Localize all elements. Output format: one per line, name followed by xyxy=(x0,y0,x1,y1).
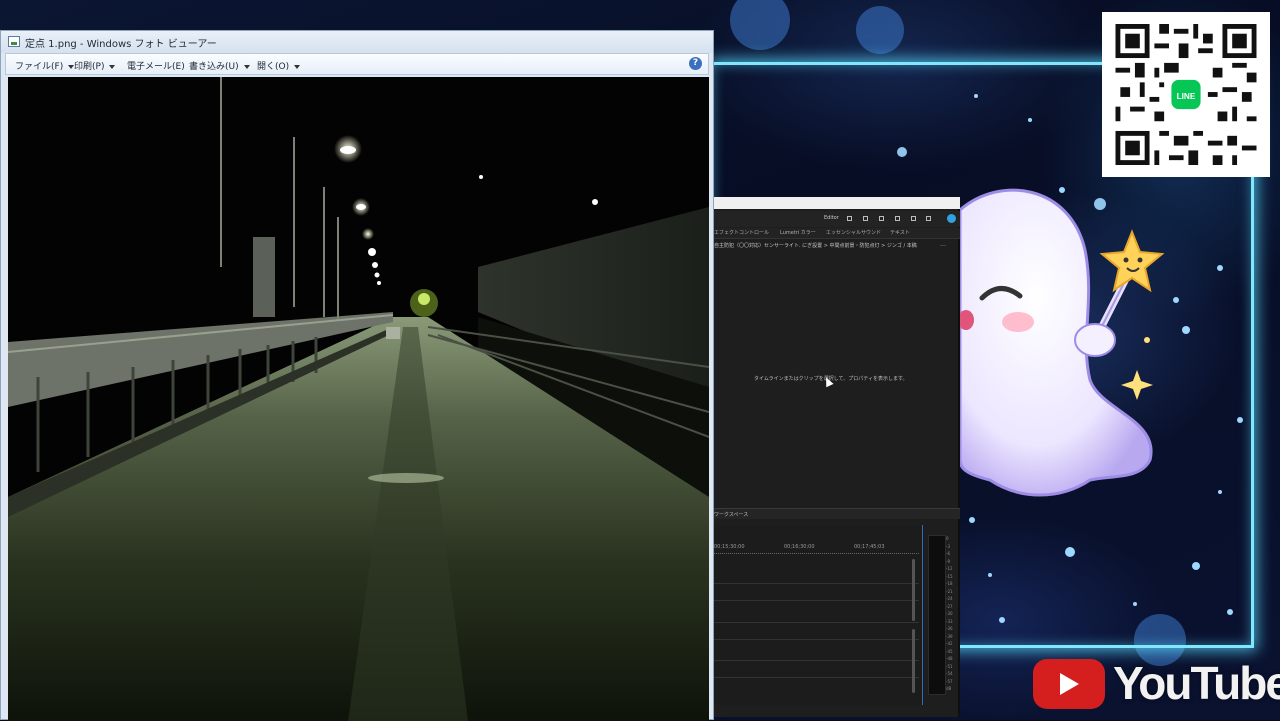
workspace-label[interactable]: Editor xyxy=(824,215,839,221)
night-bridge-photo xyxy=(8,77,709,721)
panel-focus-border xyxy=(922,525,923,705)
chevron-down-icon xyxy=(109,64,116,69)
layers-icon[interactable] xyxy=(879,216,884,221)
settings-icon[interactable] xyxy=(895,216,900,221)
editor-titlebar[interactable] xyxy=(714,197,960,209)
menu-bar: ファイル(F) 印刷(P) 電子メール(E) 書き込み(U) 開く(O) ? xyxy=(5,53,709,75)
youtube-wordmark: YouTube xyxy=(1113,657,1280,709)
panel-tabs: エフェクトコントロール Lumetri カラー エッセンシャルサウンド テキスト xyxy=(714,228,960,239)
menu-email[interactable]: 電子メール(E) xyxy=(127,59,185,72)
track-divider xyxy=(714,622,919,623)
track-divider xyxy=(714,660,919,661)
youtube-play-icon xyxy=(1033,659,1105,709)
menu-burn[interactable]: 書き込み(U) xyxy=(189,59,250,72)
sequence-path: 自主防犯（〇〇対応）センサーライト. にぎ設置 > 中間点前景・防犯点灯 > ジ… xyxy=(714,243,917,249)
expand-icon[interactable] xyxy=(926,216,931,221)
menu-print[interactable]: 印刷(P) xyxy=(74,59,116,72)
line-qr-code: LINE xyxy=(1102,12,1270,177)
track-divider xyxy=(714,600,919,601)
timecode: 00;15;30;00 xyxy=(714,544,745,550)
youtube-logo: YouTube xyxy=(1033,656,1280,716)
track-divider xyxy=(714,677,919,678)
tab-lumetri-color[interactable]: Lumetri カラー xyxy=(780,229,816,236)
chevron-down-icon xyxy=(243,64,250,69)
timeline-label[interactable]: ワークスペース xyxy=(714,511,748,518)
menu-file[interactable]: ファイル(F) xyxy=(15,59,75,72)
audio-track-scrollbar[interactable] xyxy=(912,629,915,693)
window-titlebar[interactable]: 定点 1.png - Windows フォト ビューアー xyxy=(1,31,713,53)
audio-meter-scale: 0 -3 -6 -9 -12 -15 -18 -21 -24 -27 -30 -33 -36 -3… xyxy=(946,536,953,691)
export-icon[interactable] xyxy=(863,216,868,221)
qr-code-pattern: LINE xyxy=(1115,24,1257,165)
menu-open[interactable]: 開く(O) xyxy=(257,59,301,72)
timecode: 00;17;45;03 xyxy=(854,544,885,550)
editor-toolbar: Editor xyxy=(714,211,960,227)
track-divider xyxy=(714,639,919,640)
line-logo-text: LINE xyxy=(1177,92,1196,101)
photo-content xyxy=(8,77,709,721)
tab-essential-sound[interactable]: エッセンシャルサウンド xyxy=(826,229,881,236)
timecode: 00;16;30;00 xyxy=(784,544,815,550)
window-title: 定点 1.png - Windows フォト ビューアー xyxy=(25,39,217,50)
timeline-panel[interactable]: 00;15;30;00 00;16;30;00 00;17;45;03 xyxy=(714,525,924,705)
account-avatar[interactable] xyxy=(947,214,956,223)
volume-icon[interactable] xyxy=(911,216,916,221)
timeline-header: ワークスペース xyxy=(714,508,960,519)
photo-viewer-icon xyxy=(8,36,20,47)
time-ruler[interactable] xyxy=(714,553,919,555)
video-editor-window[interactable]: Editor エフェクトコントロール Lumetri カラー エッセンシャルサウ… xyxy=(714,197,960,717)
photo-viewer-window[interactable]: 定点 1.png - Windows フォト ビューアー ファイル(F) 印刷(… xyxy=(0,30,714,721)
chevron-down-icon xyxy=(294,64,301,69)
track-divider xyxy=(714,583,919,584)
more-options-icon[interactable]: … xyxy=(940,241,946,248)
help-icon[interactable]: ? xyxy=(689,57,702,70)
panel-icon[interactable] xyxy=(847,216,852,221)
ghost-mascot-illustration xyxy=(960,188,1165,497)
tab-text[interactable]: テキスト xyxy=(890,229,910,236)
tab-effect-controls[interactable]: エフェクトコントロール xyxy=(714,229,769,236)
audio-meter xyxy=(928,535,946,695)
video-track-scrollbar[interactable] xyxy=(912,559,915,621)
